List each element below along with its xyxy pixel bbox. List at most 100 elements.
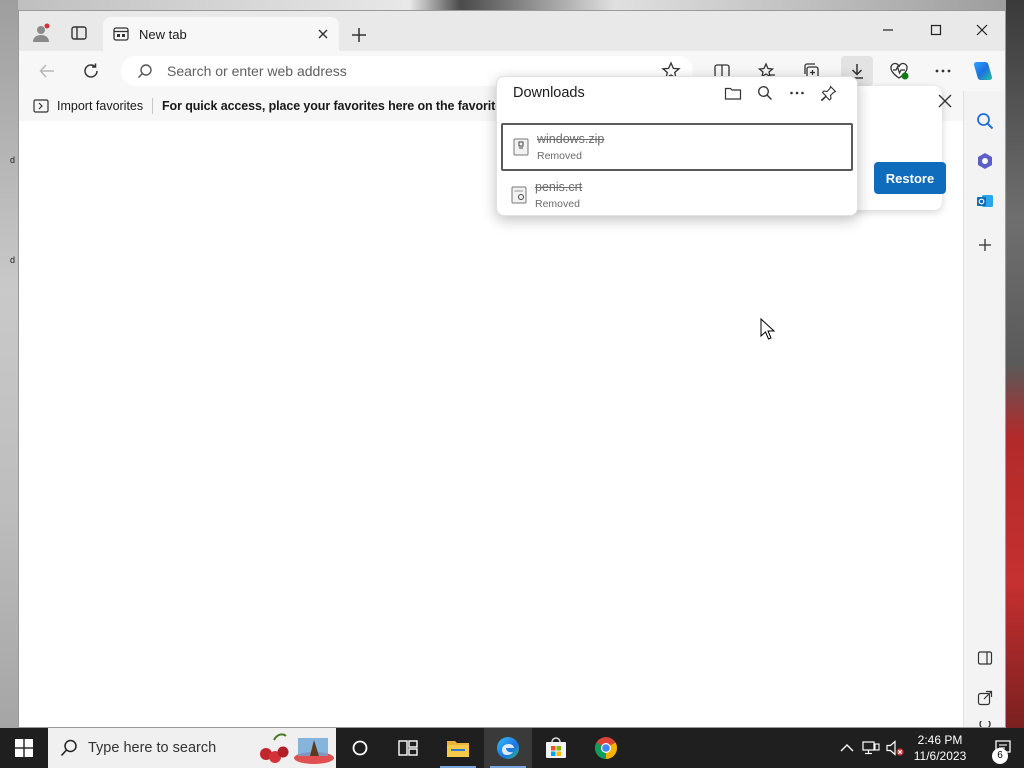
volume-muted-icon — [886, 740, 904, 756]
minimize-button[interactable] — [875, 19, 901, 41]
sidebar-search-button[interactable] — [975, 111, 995, 131]
maximize-icon — [930, 24, 942, 36]
settings-more-button[interactable] — [931, 59, 955, 83]
show-hidden-icons-button[interactable] — [838, 739, 856, 757]
store-bag-icon — [546, 737, 566, 758]
taskbar-microsoft-store[interactable] — [532, 728, 580, 768]
title-bar: New tab — [19, 11, 1005, 51]
tab-actions-icon — [71, 26, 87, 40]
gear-icon — [979, 721, 991, 727]
desktop-glyph: d — [10, 255, 16, 265]
pin-downloads-button[interactable] — [819, 83, 839, 103]
outlook-icon — [977, 195, 993, 207]
sidebar-settings-button[interactable] — [975, 721, 995, 727]
sidebar-open-external-button[interactable] — [975, 688, 995, 708]
mouse-cursor-icon — [760, 318, 776, 340]
import-favorites-link[interactable]: Import favorites — [57, 99, 143, 113]
close-window-button[interactable] — [969, 19, 995, 41]
search-downloads-button[interactable] — [755, 83, 775, 103]
desktop-glyph: d — [10, 155, 16, 165]
import-favorites-icon — [33, 99, 49, 113]
sidebar-add-button[interactable] — [975, 235, 995, 255]
profile-icon — [33, 23, 50, 42]
search-icon — [977, 113, 994, 130]
desktop-background-right — [1006, 0, 1024, 728]
notification-count-badge: 6 — [992, 748, 1008, 764]
new-tab-plus-icon[interactable] — [349, 25, 369, 45]
search-icon — [758, 86, 772, 100]
favorites-bar-message: For quick access, place your favorites h… — [162, 99, 535, 113]
minimize-icon — [883, 29, 893, 31]
open-downloads-folder-button[interactable] — [723, 83, 743, 103]
zip-file-icon — [513, 138, 529, 156]
folder-icon — [724, 87, 742, 100]
chevron-up-icon — [840, 744, 854, 752]
clock-time: 2:46 PM — [917, 733, 963, 747]
windows-logo-icon — [15, 739, 33, 757]
back-button[interactable] — [35, 59, 59, 83]
task-view-icon — [398, 740, 418, 756]
refresh-icon — [84, 63, 98, 78]
vertical-tabs-button[interactable] — [69, 23, 89, 43]
taskbar-chrome[interactable] — [582, 728, 630, 768]
shopping-icon — [978, 153, 992, 169]
external-link-icon — [977, 690, 993, 706]
copilot-icon — [973, 62, 993, 80]
tab-close-icon[interactable] — [315, 26, 331, 42]
network-icon — [862, 741, 880, 755]
edge-sidebar — [963, 91, 1005, 727]
close-icon[interactable] — [936, 92, 954, 110]
desktop-background-left: d d — [0, 0, 18, 728]
downloads-flyout: Downloads windows.zip Removed penis.crt … — [496, 76, 858, 216]
new-tab-favicon-icon — [113, 27, 129, 41]
volume-button[interactable] — [886, 739, 904, 757]
browser-essentials-button[interactable] — [887, 59, 911, 83]
more-dots-icon — [935, 69, 951, 73]
download-file-name: penis.crt — [535, 180, 583, 194]
start-button[interactable] — [0, 728, 48, 768]
downloads-title: Downloads — [513, 85, 585, 101]
sidebar-copilot-button[interactable] — [975, 151, 995, 171]
copilot-button[interactable] — [971, 59, 995, 83]
clock-date: 11/6/2023 — [913, 749, 967, 763]
plus-icon — [979, 239, 991, 251]
cortana-circle-icon — [352, 740, 368, 756]
taskbar-file-explorer[interactable] — [434, 728, 482, 768]
restore-popup: Restore — [850, 86, 952, 210]
taskbar-edge[interactable] — [484, 728, 532, 768]
refresh-button[interactable] — [79, 59, 103, 83]
chrome-browser-icon — [595, 737, 617, 759]
taskbar: Type here to search 2:46 PM 11/6/2023 6 — [0, 728, 1024, 768]
taskbar-search-placeholder: Type here to search — [88, 740, 217, 756]
restore-button[interactable]: Restore — [874, 162, 946, 194]
favorites-divider — [152, 98, 153, 114]
download-status: Removed — [535, 198, 580, 210]
cortana-button[interactable] — [336, 728, 384, 768]
back-arrow-icon — [39, 64, 54, 78]
close-icon — [976, 24, 988, 36]
search-highlight-illustration-icon — [260, 733, 334, 764]
sidebar-outlook-button[interactable] — [975, 191, 995, 211]
file-explorer-icon — [447, 741, 469, 757]
certificate-file-icon — [511, 186, 527, 204]
search-icon — [138, 64, 152, 78]
tab-new-tab[interactable]: New tab — [103, 17, 339, 51]
sidebar-hide-button[interactable] — [975, 648, 995, 668]
edge-browser-icon — [497, 737, 519, 759]
download-item[interactable]: penis.crt Removed — [501, 173, 853, 221]
taskbar-clock[interactable]: 2:46 PM 11/6/2023 — [904, 732, 976, 764]
search-icon — [60, 739, 77, 757]
more-dots-icon — [790, 91, 804, 95]
heart-pulse-icon — [890, 62, 909, 80]
profile-button[interactable] — [31, 23, 51, 43]
download-item[interactable]: windows.zip Removed — [501, 123, 853, 171]
network-button[interactable] — [862, 739, 880, 757]
tab-title: New tab — [139, 27, 187, 42]
pin-icon — [821, 85, 837, 101]
sidebar-toggle-icon — [977, 651, 993, 665]
downloads-more-options-button[interactable] — [787, 83, 807, 103]
download-status: Removed — [537, 150, 582, 162]
task-view-button[interactable] — [384, 728, 432, 768]
taskbar-search-box[interactable]: Type here to search — [48, 728, 336, 768]
maximize-button[interactable] — [923, 19, 949, 41]
